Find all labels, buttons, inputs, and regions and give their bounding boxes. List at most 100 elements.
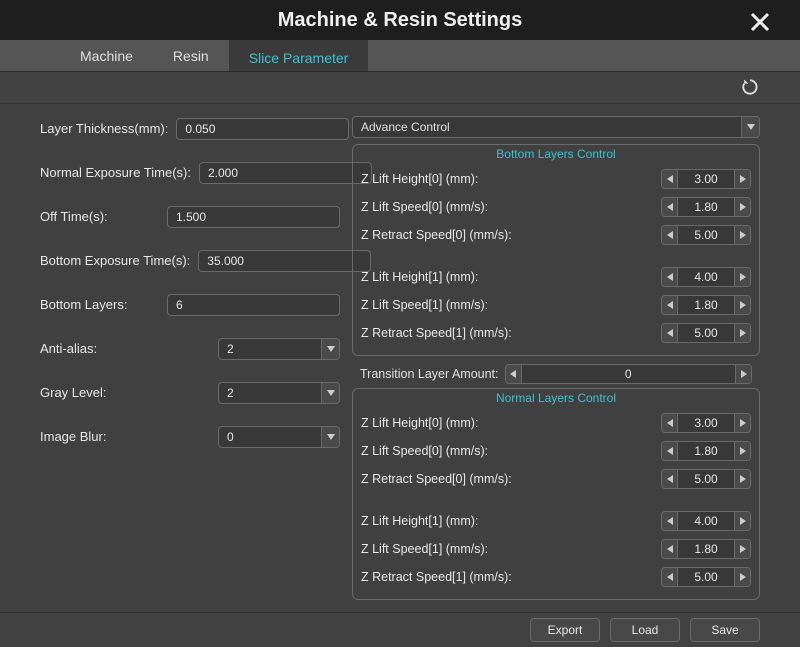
increment-button[interactable] [734,512,750,530]
anti-alias-row: Anti-alias: 2 [40,338,340,360]
bottom-exposure-input[interactable] [198,250,371,272]
chevron-left-icon [667,273,673,281]
increment-button[interactable] [734,170,750,188]
normal-retract-speed-1-spinner[interactable]: 5.00 [661,567,751,587]
normal-lift-speed-0-spinner[interactable]: 1.80 [661,441,751,461]
off-time-input[interactable] [167,206,340,228]
normal-lift-height-0-label: Z Lift Height[0] (mm): [361,416,655,430]
decrement-button[interactable] [662,470,678,488]
bottom-retract-speed-1-row: Z Retract Speed[1] (mm/s): 5.00 [361,323,751,343]
decrement-button[interactable] [506,365,522,383]
bottom-lift-height-0-spinner[interactable]: 3.00 [661,169,751,189]
increment-button[interactable] [734,296,750,314]
refresh-button[interactable] [740,77,760,97]
decrement-button[interactable] [662,414,678,432]
chevron-right-icon [740,231,746,239]
increment-button[interactable] [735,365,751,383]
bottom-retract-speed-0-spinner[interactable]: 5.00 [661,225,751,245]
normal-lift-height-0-spinner[interactable]: 3.00 [661,413,751,433]
normal-lift-speed-1-spinner[interactable]: 1.80 [661,539,751,559]
decrement-button[interactable] [662,324,678,342]
anti-alias-label: Anti-alias: [40,341,210,356]
normal-layers-slot0: Z Lift Height[0] (mm): 3.00 Z Lift Speed… [361,409,751,493]
bottom-layers-slot1: Z Lift Height[1] (mm): 4.00 Z Lift Speed… [361,263,751,347]
normal-lift-speed-1-label: Z Lift Speed[1] (mm/s): [361,542,655,556]
tab-machine[interactable]: Machine [60,40,153,71]
normal-retract-speed-0-value: 5.00 [678,470,734,488]
chevron-right-icon [740,329,746,337]
close-icon [748,10,772,34]
increment-button[interactable] [734,226,750,244]
bottom-layers-row: Bottom Layers: [40,294,340,316]
layer-thickness-label: Layer Thickness(mm): [40,121,168,136]
decrement-button[interactable] [662,198,678,216]
bottom-lift-height-1-spinner[interactable]: 4.00 [661,267,751,287]
normal-layers-slot1: Z Lift Height[1] (mm): 4.00 Z Lift Speed… [361,507,751,591]
anti-alias-select[interactable]: 2 [218,338,340,360]
load-button[interactable]: Load [610,618,680,642]
export-button[interactable]: Export [530,618,600,642]
normal-lift-height-0-value: 3.00 [678,414,734,432]
increment-button[interactable] [734,268,750,286]
chevron-left-icon [667,231,673,239]
increment-button[interactable] [734,568,750,586]
decrement-button[interactable] [662,540,678,558]
decrement-button[interactable] [662,442,678,460]
chevron-right-icon [740,573,746,581]
normal-retract-speed-0-spinner[interactable]: 5.00 [661,469,751,489]
bottom-lift-speed-1-spinner[interactable]: 1.80 [661,295,751,315]
bottom-layers-slot0: Z Lift Height[0] (mm): 3.00 Z Lift Speed… [361,165,751,249]
bottom-layers-label: Bottom Layers: [40,297,159,312]
increment-button[interactable] [734,442,750,460]
normal-lift-height-1-row: Z Lift Height[1] (mm): 4.00 [361,511,751,531]
save-button[interactable]: Save [690,618,760,642]
tab-resin[interactable]: Resin [153,40,229,71]
bottom-lift-height-0-value: 3.00 [678,170,734,188]
bottom-lift-speed-1-label: Z Lift Speed[1] (mm/s): [361,298,655,312]
chevron-left-icon [667,203,673,211]
layer-thickness-input[interactable] [176,118,349,140]
decrement-button[interactable] [662,170,678,188]
increment-button[interactable] [734,414,750,432]
increment-button[interactable] [734,470,750,488]
transition-layer-spinner[interactable]: 0 [505,364,753,384]
bottom-retract-speed-1-spinner[interactable]: 5.00 [661,323,751,343]
chevron-right-icon [740,175,746,183]
image-blur-select[interactable]: 0 [218,426,340,448]
bottom-retract-speed-1-value: 5.00 [678,324,734,342]
chevron-right-icon [740,545,746,553]
normal-retract-speed-1-value: 5.00 [678,568,734,586]
bottom-lift-speed-1-row: Z Lift Speed[1] (mm/s): 1.80 [361,295,751,315]
increment-button[interactable] [734,324,750,342]
gray-level-select[interactable]: 2 [218,382,340,404]
increment-button[interactable] [734,540,750,558]
chevron-down-icon [741,117,759,137]
advance-control-select[interactable]: Advance Control [352,116,760,138]
chevron-left-icon [667,175,673,183]
tab-slice-parameter[interactable]: Slice Parameter [229,40,369,71]
bottom-layers-group: Bottom Layers Control Z Lift Height[0] (… [352,144,760,356]
chevron-left-icon [667,447,673,455]
normal-lift-height-1-value: 4.00 [678,512,734,530]
bottom-lift-speed-0-row: Z Lift Speed[0] (mm/s): 1.80 [361,197,751,217]
bottom-retract-speed-0-label: Z Retract Speed[0] (mm/s): [361,228,655,242]
decrement-button[interactable] [662,296,678,314]
normal-layers-group: Normal Layers Control Z Lift Height[0] (… [352,388,760,600]
footer: Export Load Save [0,612,800,647]
decrement-button[interactable] [662,268,678,286]
off-time-label: Off Time(s): [40,209,159,224]
decrement-button[interactable] [662,226,678,244]
normal-exposure-input[interactable] [199,162,372,184]
bottom-layers-input[interactable] [167,294,340,316]
bottom-lift-height-1-value: 4.00 [678,268,734,286]
basic-params-column: Layer Thickness(mm): Normal Exposure Tim… [40,116,340,604]
increment-button[interactable] [734,198,750,216]
decrement-button[interactable] [662,512,678,530]
normal-lift-height-1-label: Z Lift Height[1] (mm): [361,514,655,528]
decrement-button[interactable] [662,568,678,586]
normal-lift-height-1-spinner[interactable]: 4.00 [661,511,751,531]
normal-lift-height-0-row: Z Lift Height[0] (mm): 3.00 [361,413,751,433]
close-button[interactable] [748,10,776,38]
bottom-lift-speed-0-spinner[interactable]: 1.80 [661,197,751,217]
transition-layer-value: 0 [522,365,736,383]
